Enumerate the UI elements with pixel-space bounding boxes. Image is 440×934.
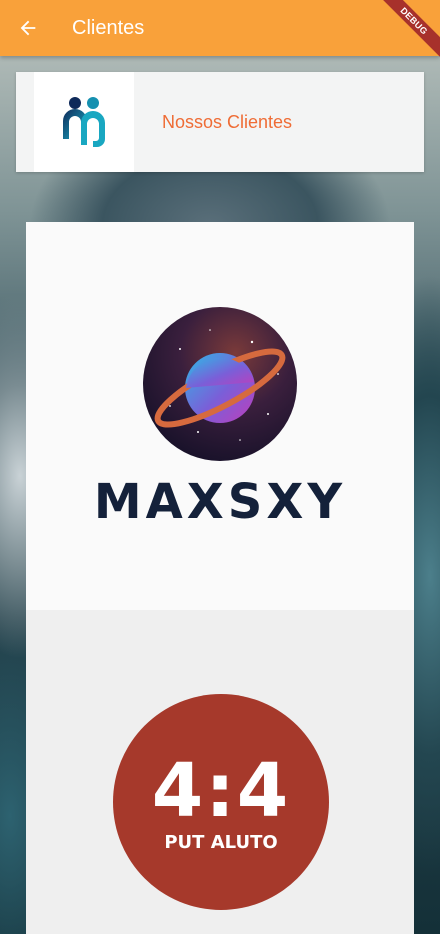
planet-logo — [26, 304, 414, 464]
header-label: Nossos Clientes — [162, 111, 293, 132]
debug-label: DEBUG — [373, 0, 440, 62]
client-name: MAXSXY — [93, 474, 347, 530]
client-card-put-aluto[interactable]: 4:4 PUT ALUTO — [26, 610, 414, 934]
client-subtitle: PUT ALUTO — [164, 831, 278, 853]
header-icon-box — [34, 72, 134, 172]
red-circle-logo: 4:4 PUT ALUTO — [113, 694, 329, 910]
clients-header-card: Nossos Clientes — [16, 72, 424, 172]
page-title: Clientes — [72, 16, 145, 39]
arrow-left-icon — [20, 20, 36, 36]
people-icon — [63, 97, 105, 147]
back-button[interactable] — [0, 0, 56, 56]
client-score: 4:4 — [151, 747, 291, 834]
client-card-maxsxy[interactable]: MAXSXY — [26, 222, 414, 610]
debug-banner: DEBUG — [370, 0, 440, 70]
